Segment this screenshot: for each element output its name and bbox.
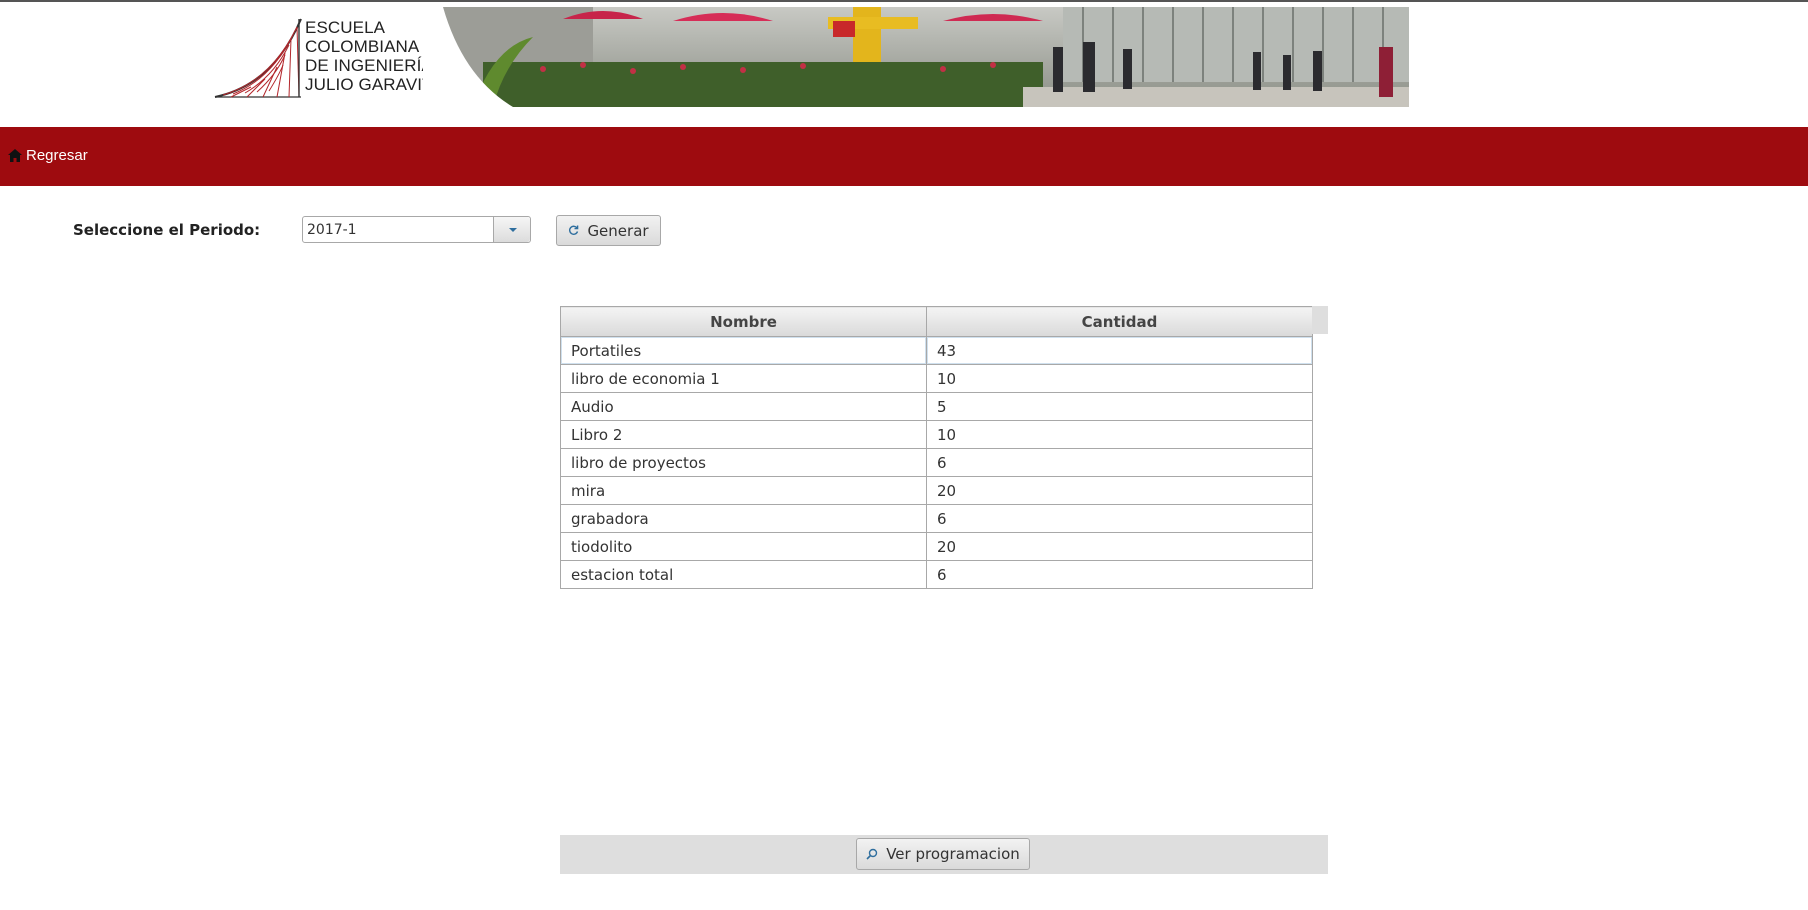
table-row[interactable]: Audio 5 [560,392,1313,421]
home-icon [8,149,22,162]
logo: ESCUELA COLOMBIANA DE INGENIERÍA JULIO G… [213,7,445,107]
table-row[interactable]: grabadora 6 [560,504,1313,533]
cell-nombre: Libro 2 [560,420,927,449]
cell-cantidad: 6 [926,504,1313,533]
cell-cantidad: 10 [926,420,1313,449]
cell-nombre: grabadora [560,504,927,533]
table-row[interactable]: libro de proyectos 6 [560,448,1313,477]
cell-nombre: estacion total [560,560,927,589]
table-row[interactable]: mira 20 [560,476,1313,505]
cell-cantidad: 5 [926,392,1313,421]
column-header-nombre[interactable]: Nombre [560,306,927,337]
refresh-icon [569,225,579,235]
table-row[interactable]: tiodolito 20 [560,532,1313,561]
items-table-container: Nombre Cantidad Portatiles 43 libro de e… [560,306,1328,589]
cell-nombre: Audio [560,392,927,421]
cell-nombre: mira [560,476,927,505]
generate-button-label: Generar [587,221,649,240]
generate-button[interactable]: Generar [556,215,661,246]
period-dropdown-trigger[interactable] [494,217,530,242]
campus-photo [423,7,1409,107]
header-banner: ESCUELA COLOMBIANA DE INGENIERÍA JULIO G… [213,7,1409,107]
back-link-label: Regresar [26,147,88,164]
chevron-down-icon [509,228,517,232]
nav-bar: Regresar [0,127,1808,186]
view-schedule-button-label: Ver programacion [886,845,1020,863]
search-icon [866,848,878,860]
cell-nombre: libro de economia 1 [560,364,927,393]
period-select[interactable]: 2017-1 [302,216,531,243]
cell-cantidad: 20 [926,532,1313,561]
escuela-logo-icon [214,18,302,98]
table-row[interactable]: Libro 2 10 [560,420,1313,449]
table-row[interactable]: Portatiles 43 [560,336,1313,365]
table-row[interactable]: libro de economia 1 10 [560,364,1313,393]
cell-cantidad: 6 [926,560,1313,589]
table-row[interactable]: estacion total 6 [560,560,1313,589]
cell-cantidad: 6 [926,448,1313,477]
view-schedule-button[interactable]: Ver programacion [856,838,1030,870]
window-top-border [0,0,1808,2]
cell-cantidad: 20 [926,476,1313,505]
period-label: Seleccione el Periodo: [73,221,261,239]
cell-cantidad: 43 [926,336,1313,365]
period-value: 2017-1 [307,222,357,238]
table-header-scroll-gutter [1312,306,1328,334]
table-header-row: Nombre Cantidad [560,306,1313,337]
items-table: Nombre Cantidad Portatiles 43 libro de e… [560,306,1313,589]
cell-nombre: libro de proyectos [560,448,927,477]
cell-nombre: Portatiles [560,336,927,365]
back-link[interactable]: Regresar [8,147,88,164]
cell-cantidad: 10 [926,364,1313,393]
column-header-cantidad[interactable]: Cantidad [926,306,1313,337]
cell-nombre: tiodolito [560,532,927,561]
